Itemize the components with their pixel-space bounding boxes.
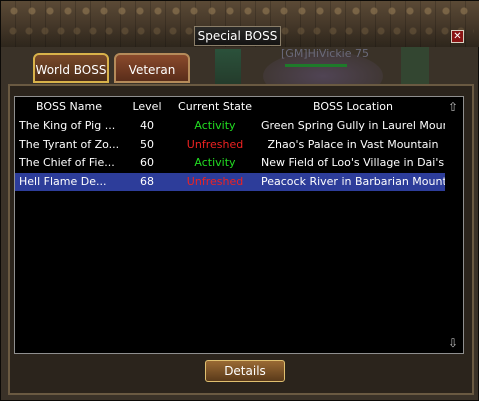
boss-name: The King of Pig ... (19, 119, 116, 132)
boss-location: New Field of Loo's Village in Dai's Fi (261, 156, 445, 169)
boss-level: 40 (140, 119, 154, 132)
scroll-up-icon[interactable]: ⇧ (446, 100, 460, 114)
boss-name: Hell Flame De... (19, 175, 107, 188)
boss-level: 68 (140, 175, 154, 188)
column-header-name[interactable]: BOSS Name (19, 100, 119, 114)
boss-location: Green Spring Gully in Laurel Mounta (261, 119, 445, 132)
boss-name: The Chief of Fie... (19, 156, 115, 169)
boss-state: Unfreshed (186, 138, 244, 151)
boss-level: 60 (140, 156, 154, 169)
tab-veteran[interactable]: Veteran (114, 53, 190, 83)
details-button[interactable]: Details (205, 360, 285, 382)
boss-level: 50 (140, 138, 154, 151)
scene-player-hp-bar (285, 64, 347, 67)
ornament-border (7, 4, 474, 18)
boss-location: Zhao's Palace in Vast Mountain (267, 138, 439, 151)
tab-world-boss[interactable]: World BOSS (33, 53, 109, 83)
table-row[interactable]: The Chief of Fie... 60 Activity New Fiel… (15, 154, 445, 172)
close-icon[interactable]: ✕ (451, 30, 464, 43)
window-title: Special BOSS (194, 26, 281, 46)
boss-location: Peacock River in Barbarian Mountai (261, 175, 445, 188)
boss-state: Activity (194, 119, 236, 132)
boss-state: Activity (194, 156, 236, 169)
boss-state: Unfreshed (186, 175, 244, 188)
table-row[interactable]: The Tyrant of Zo... 50 Unfreshed Zhao's … (15, 136, 445, 154)
column-header-state[interactable]: Current State (171, 100, 259, 114)
column-header-location[interactable]: BOSS Location (261, 100, 445, 114)
table-row-selected[interactable]: Hell Flame De... 68 Unfreshed Peacock Ri… (15, 173, 445, 191)
scrollbar[interactable]: ⇧ ⇩ (445, 100, 461, 352)
table-row[interactable]: The King of Pig ... 40 Activity Green Sp… (15, 117, 445, 135)
special-boss-window: [GM]HiVickie 75 Special BOSS ✕ World BOS… (0, 0, 479, 401)
scroll-down-icon[interactable]: ⇩ (446, 336, 460, 350)
column-header-level[interactable]: Level (127, 100, 167, 114)
boss-name: The Tyrant of Zo... (19, 138, 120, 151)
